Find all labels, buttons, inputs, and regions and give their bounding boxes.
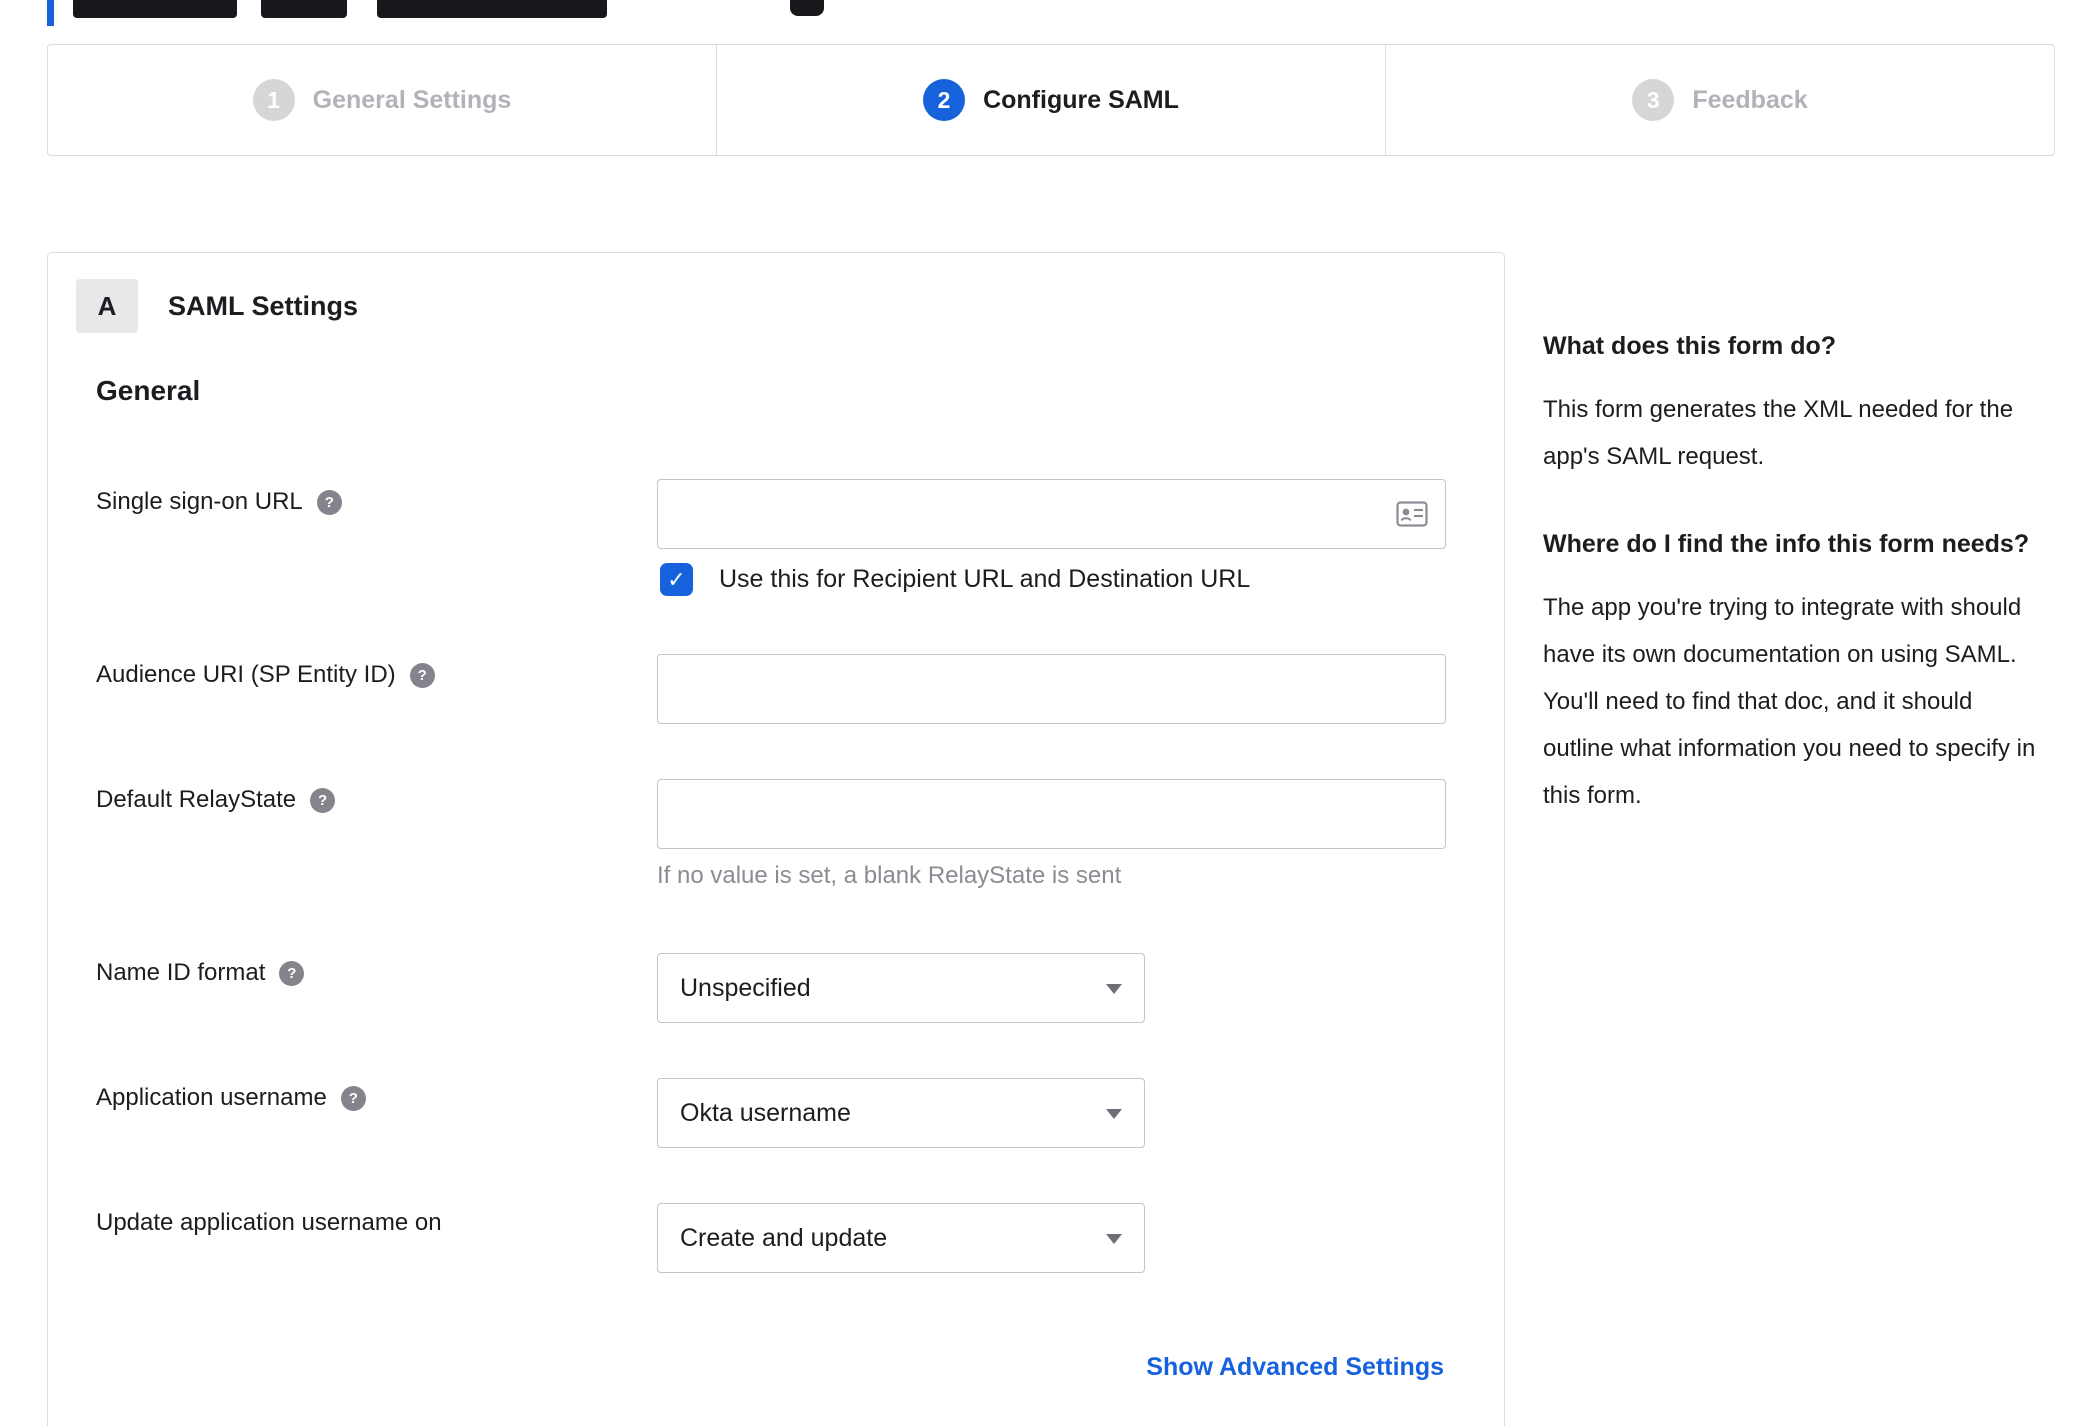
chevron-down-icon [1106,1109,1122,1119]
application-username-value: Okta username [680,1098,851,1127]
help-paragraph-where: The app you're trying to integrate with … [1543,594,2036,809]
truncated-header-icon [790,0,824,16]
single-sign-on-url-field [657,479,1446,549]
help-heading-where: Where do I find the info this form needs… [1543,530,2030,558]
panel-header: A SAML Settings [76,279,358,333]
application-username-label: Application username ? [96,1084,366,1112]
help-icon[interactable]: ? [316,489,342,515]
truncated-title-fragment [261,0,347,18]
single-sign-on-url-label: Single sign-on URL ? [96,488,342,516]
general-section-heading: General [96,375,201,406]
help-icon[interactable]: ? [279,960,305,986]
update-application-username-label: Update application username on [96,1209,442,1236]
step-general-settings[interactable]: 1 General Settings [48,45,716,155]
step-configure-saml[interactable]: 2 Configure SAML [716,45,1385,155]
relaystate-hint: If no value is set, a blank RelayState i… [657,862,1122,889]
help-sidebar: What does this form do? This form genera… [1543,326,2048,863]
help-icon[interactable]: ? [310,787,336,813]
truncated-title-fragment [73,0,237,18]
name-id-format-select[interactable]: Unspecified [657,953,1145,1023]
truncated-title-fragment [377,0,607,18]
help-heading-what: What does this form do? [1543,332,1837,360]
recipient-url-checkbox-row: ✓ Use this for Recipient URL and Destina… [660,563,1250,596]
use-for-recipient-url-checkbox[interactable]: ✓ [660,563,693,596]
saml-configuration-wizard: 1 General Settings 2 Configure SAML 3 Fe… [0,0,2092,1426]
update-application-username-value: Create and update [680,1223,888,1252]
chevron-down-icon [1106,1234,1122,1244]
help-icon[interactable]: ? [409,662,435,688]
recipient-url-checkbox-label: Use this for Recipient URL and Destinati… [719,565,1251,593]
section-a-badge: A [76,279,138,333]
application-username-select[interactable]: Okta username [657,1078,1145,1148]
audience-uri-label: Audience URI (SP Entity ID) ? [96,661,435,689]
step-feedback[interactable]: 3 Feedback [1385,45,2054,155]
audience-uri-input[interactable] [657,654,1446,724]
show-advanced-settings-link[interactable]: Show Advanced Settings [1146,1353,1444,1382]
default-relaystate-label: Default RelayState ? [96,786,336,814]
step-3-number-badge: 3 [1632,79,1675,121]
truncated-page-header [47,0,947,26]
single-sign-on-url-input[interactable] [657,479,1446,549]
step-2-label: Configure SAML [983,85,1179,114]
step-3-label: Feedback [1692,85,1808,114]
saml-settings-panel: A SAML Settings General Single sign-on U… [47,252,1505,1426]
step-1-number-badge: 1 [252,79,295,121]
default-relaystate-input[interactable] [657,779,1446,849]
wizard-stepper: 1 General Settings 2 Configure SAML 3 Fe… [47,44,2055,156]
name-id-format-label: Name ID format ? [96,959,305,987]
panel-title: SAML Settings [168,290,359,321]
update-application-username-select[interactable]: Create and update [657,1203,1145,1273]
truncated-accent-bar [47,0,54,26]
chevron-down-icon [1106,984,1122,994]
step-2-number-badge: 2 [923,79,966,121]
step-1-label: General Settings [312,85,512,114]
help-icon[interactable]: ? [340,1085,366,1111]
name-id-format-value: Unspecified [680,973,811,1002]
help-paragraph-what: This form generates the XML needed for t… [1543,396,2014,470]
